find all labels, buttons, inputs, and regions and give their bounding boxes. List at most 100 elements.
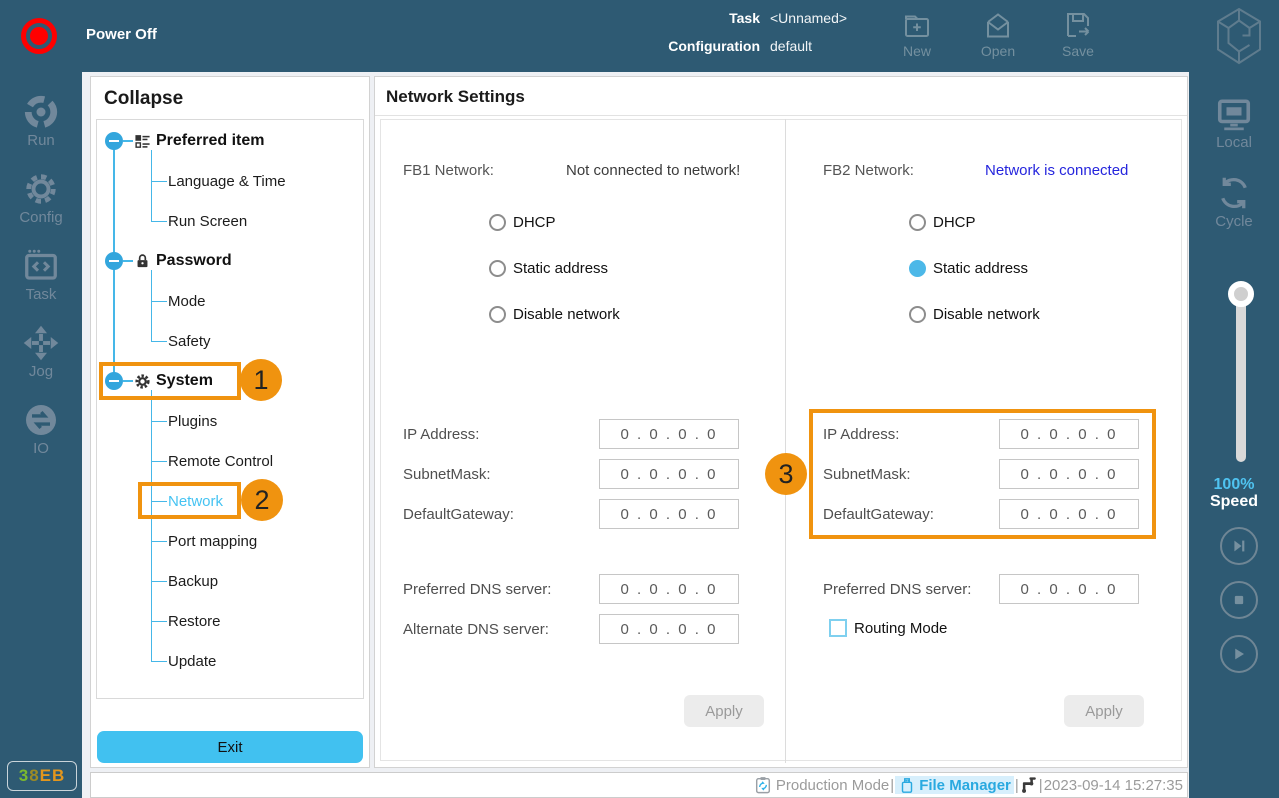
collapse-button[interactable]: Collapse [91,77,369,119]
tree-item-remote-control[interactable]: Remote Control [91,441,363,481]
fb2-radio-dhcp[interactable]: DHCP [909,214,976,231]
tree-item-label-selected: Network [168,492,224,510]
tree-item-network[interactable]: Network [91,481,363,521]
radio-icon[interactable] [489,214,506,231]
stop-button[interactable] [1220,581,1258,619]
fb2-radio-static-address[interactable]: Static address [909,260,1028,277]
save-floppy-icon [1067,13,1090,37]
radio-label: DHCP [933,214,976,231]
sidebar-item-jog-label: Jog [28,363,54,380]
tree-item-system[interactable]: System [91,361,363,401]
fb2-ip-address-input[interactable] [999,419,1139,449]
tree-item-language-time[interactable]: Language & Time [91,161,363,201]
badge-digit-3: EB [39,766,66,785]
sidebar-item-local-label: Local [1216,134,1252,151]
fb2-radio-disable-network[interactable]: Disable network [909,306,1040,323]
sidebar-item-io[interactable]: IO [0,380,82,457]
tree-item-restore[interactable]: Restore [91,601,363,641]
fb1-preferred-dns-input[interactable] [599,574,739,604]
tree-item-label: Mode [168,292,206,310]
tree-item-preferred-item[interactable]: Preferred item [91,121,363,161]
sidebar-item-io-label: IO [33,440,49,457]
page-title: Network Settings [375,77,1187,116]
stop-icon [1234,595,1244,605]
tree-item-label: Remote Control [168,452,274,470]
fb1-network-column: FB1 Network: Not connected to network! D… [381,119,786,763]
speed-slider[interactable] [1228,281,1254,462]
fb1-radio-disable-network[interactable]: Disable network [489,306,620,323]
tree-item-update[interactable]: Update [91,641,363,681]
tree-item-password[interactable]: Password [91,241,363,281]
fb2-default-gateway-label: DefaultGateway: [823,506,934,523]
collapse-node-icon[interactable] [105,372,123,390]
fb1-default-gateway-input[interactable] [599,499,739,529]
open-button[interactable]: Open [969,10,1027,59]
tree-group-password: Password Mode Safety [91,241,363,361]
tree-item-mode[interactable]: Mode [91,281,363,321]
fb1-alternate-dns-input[interactable] [599,614,739,644]
task-value: <Unnamed> [770,10,848,26]
radio-label: Disable network [933,306,1040,323]
sidebar-item-run[interactable]: Run [0,72,82,149]
sidebar-item-cycle[interactable]: Cycle [1189,151,1279,230]
power-icon [30,27,48,45]
tree-item-label: Backup [168,572,219,590]
fb2-preferred-dns-input[interactable] [999,574,1139,604]
fb1-subnet-mask-input[interactable] [599,459,739,489]
sidebar-item-local[interactable]: Local [1189,72,1279,151]
routing-mode-checkbox[interactable] [829,619,847,637]
tree-item-run-screen[interactable]: Run Screen [91,201,363,241]
radio-icon[interactable] [909,214,926,231]
lock-icon [134,253,151,270]
radio-icon[interactable] [909,260,926,277]
fb1-ip-address-input[interactable] [599,419,739,449]
radio-icon[interactable] [909,306,926,323]
play-button[interactable] [1220,635,1258,673]
sidebar-item-task[interactable]: Task [0,226,82,303]
tree-group-system: System Plugins Remote Control Network Po… [91,361,363,681]
fb1-radio-dhcp[interactable]: DHCP [489,214,556,231]
collapse-node-icon[interactable] [105,252,123,270]
separator: | [890,776,895,794]
tree-connector [123,260,133,262]
routing-mode-row[interactable]: Routing Mode [829,619,947,637]
tree-connector [123,380,133,382]
file-manager-button[interactable]: File Manager [895,776,1014,794]
new-folder-icon [905,15,929,37]
new-button[interactable]: New [888,10,946,59]
separator: | [1014,776,1019,794]
sidebar-item-run-label: Run [27,132,55,149]
gear-icon [134,373,151,390]
sidebar-item-config[interactable]: Config [0,149,82,226]
power-button[interactable] [21,18,57,54]
fb2-default-gateway-input[interactable] [999,499,1139,529]
fb1-preferred-dns-label: Preferred DNS server: [403,581,552,598]
tree-item-label: Preferred item [156,132,265,149]
task-label: Task [729,10,760,26]
collapse-node-icon[interactable] [105,132,123,150]
brand-cube-logo [1217,7,1261,65]
tree-item-port-mapping[interactable]: Port mapping [91,521,363,561]
speed-slider-thumb[interactable] [1228,281,1254,307]
fb2-ip-address-label: IP Address: [823,426,900,443]
fb2-apply-button[interactable]: Apply [1064,695,1144,727]
tree-item-backup[interactable]: Backup [91,561,363,601]
tree-item-safety[interactable]: Safety [91,321,363,361]
sidebar-item-task-label: Task [25,286,57,303]
tree-item-plugins[interactable]: Plugins [91,401,363,441]
production-mode-indicator: Production Mode [754,776,889,794]
radio-icon[interactable] [489,260,506,277]
exit-button[interactable]: Exit [97,731,363,763]
fb2-subnet-mask-input[interactable] [999,459,1139,489]
step-next-button[interactable] [1220,527,1258,565]
sidebar-item-jog[interactable]: Jog [0,303,82,380]
radio-icon[interactable] [489,306,506,323]
tree-children: Plugins Remote Control Network Port mapp… [91,390,363,681]
fb1-subnet-mask-label: SubnetMask: [403,466,491,483]
fb1-apply-button[interactable]: Apply [684,695,764,727]
tree-connector [123,140,133,142]
fb2-preferred-dns-label: Preferred DNS server: [823,581,972,598]
fb1-radio-static-address[interactable]: Static address [489,260,608,277]
save-button[interactable]: Save [1049,10,1107,59]
tree-item-label: System [156,372,213,389]
